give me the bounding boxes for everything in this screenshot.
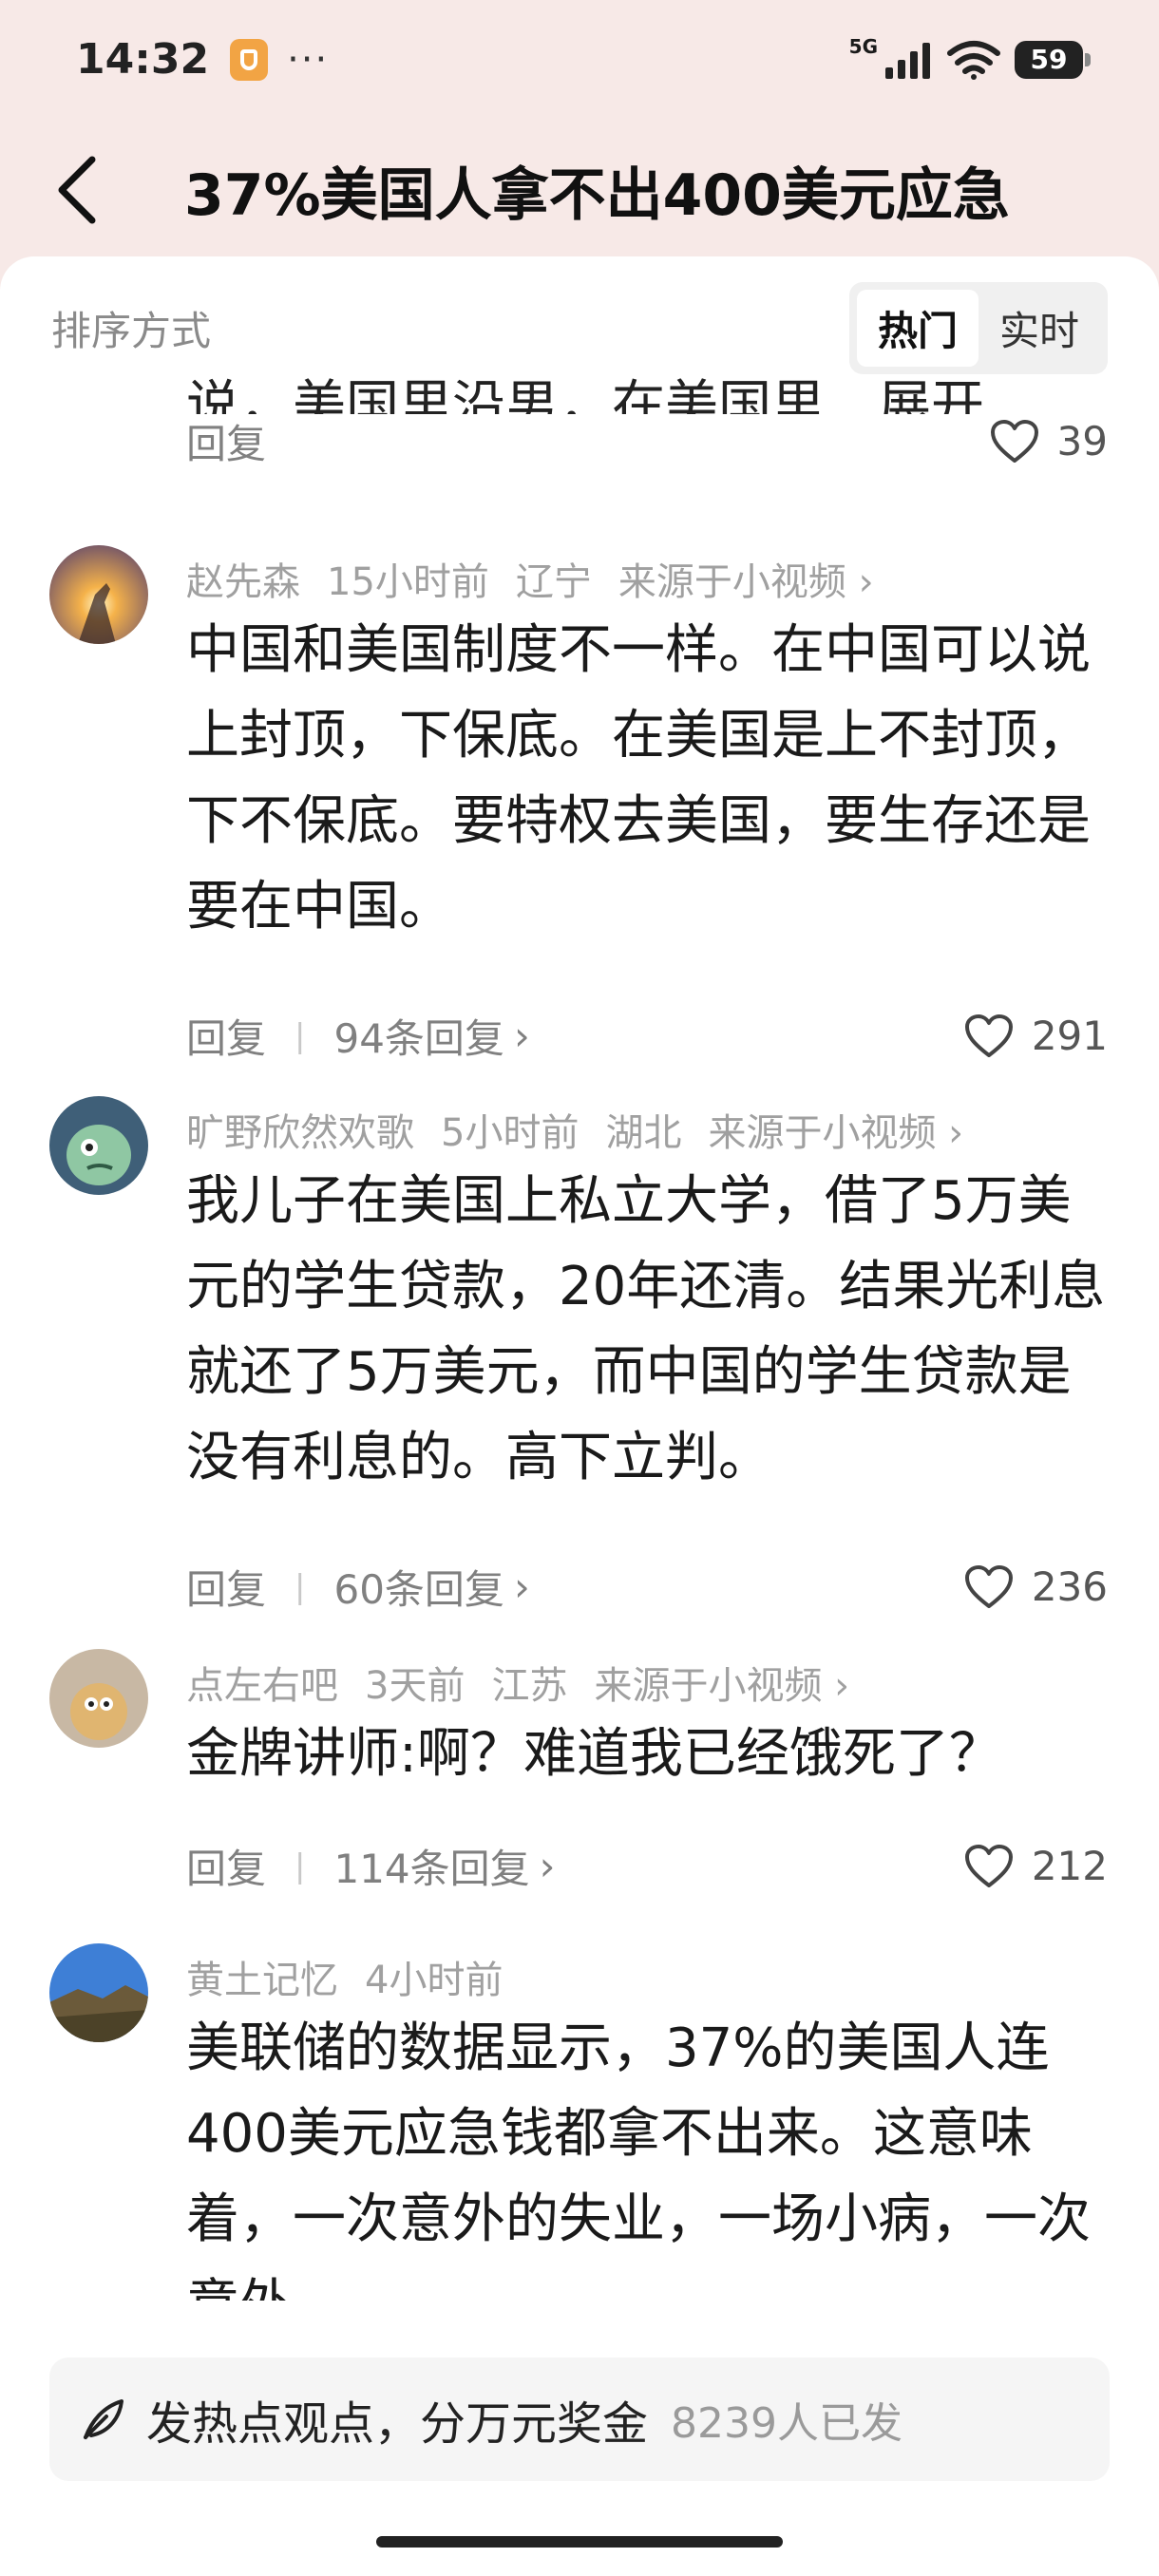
chevron-right-icon: › xyxy=(539,1843,556,1889)
sort-toggle: 热门 实时 xyxy=(848,281,1108,374)
nav-bar: 37%美国人拿不出400美元应急 xyxy=(0,128,1159,252)
back-button[interactable] xyxy=(38,152,114,228)
avatar[interactable] xyxy=(49,1943,148,2042)
comment-region: 江苏 xyxy=(491,1664,568,1708)
comment-region: 辽宁 xyxy=(515,560,592,604)
compose-prompt: 发热点观点，分万元奖金 xyxy=(146,2397,649,2451)
comments-sheet: 排序方式 热门 实时 说，美国里沿男，在美国里…展开 回复 39 赵先森 15小… xyxy=(0,256,1159,2576)
avatar[interactable] xyxy=(49,1096,148,1195)
comment-time: 4小时前 xyxy=(365,1959,504,2002)
status-bar: 14:32 ··· 5G 59 xyxy=(0,0,1159,119)
heart-icon xyxy=(964,1564,1013,1608)
reply-count: 60条回复 xyxy=(333,1566,504,1613)
divider: | xyxy=(294,1567,306,1606)
comment-text: 我儿子在美国上私立大学，借了5万美元的学生贷款，20年还清。结果光利息就还了5万… xyxy=(186,1170,1106,1488)
home-indicator[interactable] xyxy=(376,2536,783,2548)
status-time: 14:32 xyxy=(76,35,210,84)
chevron-right-icon: › xyxy=(513,1563,530,1610)
divider: | xyxy=(294,1847,306,1885)
view-replies-button[interactable]: 60条回复 › xyxy=(333,1558,529,1616)
comment-text: 美联储的数据显示，37%的美国人连400美元应急钱都拿不出来。这意味着，一次意外… xyxy=(186,2017,1091,2301)
comment-time: 5小时前 xyxy=(441,1111,580,1155)
page-title: 37%美国人拿不出400美元应急 xyxy=(184,161,1010,229)
compose-bar[interactable]: 发热点观点，分万元奖金 8239人已发 xyxy=(49,2358,1110,2481)
reply-button[interactable]: 回复 xyxy=(186,1837,266,1895)
sort-latest-tab[interactable]: 实时 xyxy=(978,290,1100,367)
heart-icon xyxy=(990,419,1038,463)
comment-actions: 回复 | 114条回复 › 212 xyxy=(186,1837,1108,1895)
source-label: 来源于小视频 xyxy=(594,1664,823,1708)
sort-label: 排序方式 xyxy=(51,307,212,354)
comment-meta: 旷野欣然欢歌 5小时前 湖北 来源于小视频 › xyxy=(186,1102,963,1157)
avatar[interactable] xyxy=(49,1649,148,1748)
view-replies-button[interactable]: 114条回复 › xyxy=(333,1837,555,1895)
like-count: 39 xyxy=(1056,418,1108,464)
like-button[interactable]: 236 xyxy=(963,1563,1108,1610)
like-count: 236 xyxy=(1031,1563,1108,1610)
like-button[interactable]: 291 xyxy=(963,1013,1108,1059)
comment-text: 金牌讲师:啊？难道我已经饿死了？ xyxy=(186,1723,1002,1785)
comment-source[interactable]: 来源于小视频 › xyxy=(618,551,874,606)
like-count: 212 xyxy=(1031,1843,1108,1889)
comment-author[interactable]: 赵先森 xyxy=(186,551,300,606)
avatar[interactable] xyxy=(49,545,148,644)
reply-button[interactable]: 回复 xyxy=(186,1007,266,1065)
comment-author[interactable]: 旷野欣然欢歌 xyxy=(186,1102,414,1157)
comment-author[interactable]: 黄土记忆 xyxy=(186,1949,338,2004)
signal-icon xyxy=(885,42,930,79)
landscape-avatar-image xyxy=(49,1943,148,2042)
shield-app-icon xyxy=(230,38,269,81)
comment-source[interactable]: 来源于小视频 › xyxy=(708,1102,963,1157)
comment-region: 湖北 xyxy=(605,1111,682,1155)
source-label: 来源于小视频 xyxy=(618,560,846,604)
quill-icon xyxy=(84,2399,124,2439)
chevron-right-icon: › xyxy=(513,1013,530,1059)
view-replies-button[interactable]: 94条回复 › xyxy=(333,1007,529,1065)
sunset-avatar-image xyxy=(49,545,148,644)
status-right: 5G 59 xyxy=(849,35,1091,80)
reply-button[interactable]: 回复 xyxy=(186,412,266,470)
comment-source[interactable]: 来源于小视频 › xyxy=(594,1655,849,1710)
comment-author[interactable]: 点左右吧 xyxy=(186,1655,338,1710)
more-dots-icon: ··· xyxy=(287,37,330,82)
reply-count: 94条回复 xyxy=(333,1015,504,1062)
compose-count: 8239人已发 xyxy=(671,2399,902,2448)
comment-text: 中国和美国制度不一样。在中国可以说上封顶，下保底。在美国是上不封顶，下不保底。要… xyxy=(186,619,1091,938)
comment-meta: 赵先森 15小时前 辽宁 来源于小视频 › xyxy=(186,551,874,606)
comment-meta: 点左右吧 3天前 江苏 来源于小视频 › xyxy=(186,1655,849,1710)
divider: | xyxy=(294,1016,306,1055)
wifi-icon xyxy=(947,40,1000,80)
cartoon-avatar-image xyxy=(49,1096,148,1195)
sort-hot-tab[interactable]: 热门 xyxy=(856,289,978,367)
comment-time: 15小时前 xyxy=(327,560,489,604)
cartoon-avatar-image xyxy=(49,1649,148,1748)
chevron-left-icon xyxy=(58,156,96,224)
reply-button[interactable]: 回复 xyxy=(186,1558,266,1616)
reply-count: 114条回复 xyxy=(333,1846,530,1892)
comment-actions: 回复 39 xyxy=(186,412,1108,470)
comment-meta: 黄土记忆 4小时前 xyxy=(186,1949,503,2004)
battery-indicator: 59 xyxy=(1015,40,1091,79)
like-button[interactable]: 39 xyxy=(989,418,1108,464)
network-type: 5G xyxy=(848,34,878,58)
heart-icon xyxy=(964,1844,1013,1887)
clipped-comment-text: 说，美国里沿男，在美国里…展开 xyxy=(186,375,984,414)
comment-actions: 回复 | 60条回复 › 236 xyxy=(186,1558,1108,1616)
like-count: 291 xyxy=(1031,1013,1108,1059)
like-button[interactable]: 212 xyxy=(963,1843,1108,1889)
heart-icon xyxy=(964,1013,1013,1057)
source-label: 来源于小视频 xyxy=(708,1111,937,1155)
comment-time: 3天前 xyxy=(365,1664,466,1708)
comment-actions: 回复 | 94条回复 › 291 xyxy=(186,1007,1108,1065)
